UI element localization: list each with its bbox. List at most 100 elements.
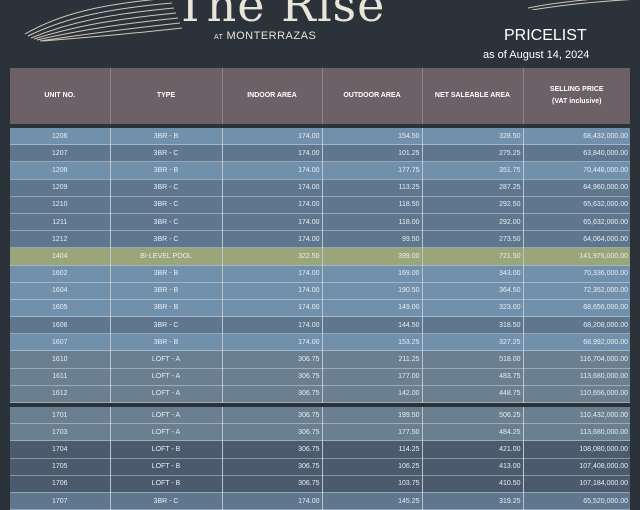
cell-indoor-area: 174.00 bbox=[222, 179, 323, 197]
table-row: 1206 3BR - B 174.00 154.50 328.50 68,432,000.… bbox=[10, 128, 630, 146]
cell-outdoor-area: 145.25 bbox=[322, 492, 423, 510]
cell-selling-price: 107,184,000.00 bbox=[523, 475, 630, 493]
cell-net-saleable-area: 506.25 bbox=[422, 407, 524, 425]
cell-indoor-area: 174.00 bbox=[222, 128, 323, 146]
table-row: 1705 LOFT - B 306.75 106.25 413.00 107,408,00… bbox=[10, 458, 630, 476]
cell-outdoor-area: 153.25 bbox=[322, 333, 423, 352]
cell-selling-price: 72,352,000.00 bbox=[523, 282, 630, 300]
cell-net-saleable-area: 323.00 bbox=[422, 299, 524, 318]
cell-unit-no: 1611 bbox=[10, 368, 111, 386]
cell-unit-no: 1707 bbox=[10, 492, 111, 510]
cell-indoor-area: 322.50 bbox=[222, 247, 323, 266]
header-label: INDOOR AREA bbox=[247, 92, 297, 99]
cell-unit-no: 1604 bbox=[10, 282, 111, 300]
cell-unit-no: 1404 bbox=[10, 247, 111, 266]
cell-outdoor-area: 144.50 bbox=[322, 316, 423, 335]
cell-selling-price: 113,680,000.00 bbox=[523, 368, 630, 386]
table-row: 1611 LOFT - A 306.75 177.00 483.75 113,680,00… bbox=[10, 368, 630, 386]
cell-indoor-area: 306.75 bbox=[222, 458, 323, 476]
cell-net-saleable-area: 292.00 bbox=[422, 213, 524, 232]
cell-selling-price: 68,432,000.00 bbox=[523, 128, 630, 146]
pricelist-title: PRICELIST bbox=[504, 27, 587, 44]
cell-unit-no: 1206 bbox=[10, 128, 111, 146]
cell-net-saleable-area: 351.75 bbox=[422, 161, 524, 180]
cell-type: LOFT - A bbox=[110, 368, 223, 386]
cell-outdoor-area: 190.50 bbox=[322, 282, 423, 300]
cell-outdoor-area: 114.25 bbox=[322, 440, 423, 459]
cell-indoor-area: 174.00 bbox=[222, 265, 323, 283]
cell-selling-price: 65,632,000.00 bbox=[523, 196, 630, 214]
page-header: The Rise AT MONTERRAZAS PRICELIST as of A… bbox=[0, 0, 640, 68]
cell-type: LOFT - A bbox=[110, 407, 223, 425]
cell-indoor-area: 306.75 bbox=[222, 423, 323, 442]
pricelist-date: as of August 14, 2024 bbox=[483, 49, 590, 61]
table-row: 1605 3BR - B 174.00 149.00 323.00 68,656,000.… bbox=[10, 299, 630, 318]
brand-sub-name: MONTERRAZAS bbox=[226, 30, 317, 42]
cell-net-saleable-area: 421.00 bbox=[422, 440, 524, 459]
cell-unit-no: 1605 bbox=[10, 299, 111, 318]
header-type: TYPE bbox=[110, 68, 223, 124]
cell-net-saleable-area: 287.25 bbox=[422, 179, 524, 197]
cell-type: LOFT - B bbox=[110, 458, 223, 476]
cell-outdoor-area: 177.50 bbox=[322, 423, 423, 442]
cell-unit-no: 1610 bbox=[10, 350, 111, 369]
cell-type: 3BR - B bbox=[110, 282, 223, 300]
table-row: 1210 3BR - C 174.00 118.50 292.50 65,632,000.… bbox=[10, 196, 630, 214]
cell-selling-price: 63,840,000.00 bbox=[523, 144, 630, 163]
cell-unit-no: 1208 bbox=[10, 161, 111, 180]
cell-outdoor-area: 118.00 bbox=[322, 213, 423, 232]
cell-net-saleable-area: 410.50 bbox=[422, 475, 524, 493]
cell-unit-no: 1602 bbox=[10, 265, 111, 283]
cell-indoor-area: 174.00 bbox=[222, 299, 323, 318]
cell-selling-price: 68,208,000.00 bbox=[523, 316, 630, 335]
table-row: 1607 3BR - B 174.00 153.25 327.25 68,992,000.… bbox=[10, 333, 630, 352]
table-row: 1706 LOFT - B 306.75 103.75 410.50 107,184,00… bbox=[10, 475, 630, 493]
cell-indoor-area: 174.00 bbox=[222, 196, 323, 214]
cell-net-saleable-area: 518.00 bbox=[422, 350, 524, 369]
cell-unit-no: 1706 bbox=[10, 475, 111, 493]
cell-net-saleable-area: 318.50 bbox=[422, 316, 524, 335]
table-row: 1602 3BR - B 174.00 169.00 343.00 70,336,000.… bbox=[10, 265, 630, 283]
cell-outdoor-area: 113.25 bbox=[322, 179, 423, 197]
cell-indoor-area: 174.00 bbox=[222, 230, 323, 249]
header-outdoor-area: OUTDOOR AREA bbox=[322, 68, 423, 124]
table-row: 1707 3BR - C 174.00 145.25 319.25 65,520,000.… bbox=[10, 492, 630, 510]
cell-unit-no: 1211 bbox=[10, 213, 111, 232]
cell-type: LOFT - B bbox=[110, 440, 223, 459]
cell-selling-price: 65,520,000.00 bbox=[523, 492, 630, 510]
cell-unit-no: 1207 bbox=[10, 144, 111, 163]
cell-unit-no: 1606 bbox=[10, 316, 111, 335]
cell-type: LOFT - A bbox=[110, 385, 223, 404]
cell-indoor-area: 306.75 bbox=[222, 385, 323, 404]
table-row: 1209 3BR - C 174.00 113.25 287.25 64,960,000.… bbox=[10, 179, 630, 197]
cell-type: 3BR - C bbox=[110, 144, 223, 163]
cell-net-saleable-area: 328.50 bbox=[422, 128, 524, 146]
wave-logo-icon bbox=[24, 0, 183, 42]
header-net-saleable-area: NET SALEABLE AREA bbox=[422, 68, 524, 124]
cell-outdoor-area: 101.25 bbox=[322, 144, 423, 163]
cell-selling-price: 64,064,000.00 bbox=[523, 230, 630, 249]
cell-selling-price: 68,656,000.00 bbox=[523, 299, 630, 318]
cell-indoor-area: 174.00 bbox=[222, 282, 323, 300]
cell-net-saleable-area: 413.00 bbox=[422, 458, 524, 476]
cell-net-saleable-area: 448.75 bbox=[422, 385, 524, 404]
cell-outdoor-area: 154.50 bbox=[322, 128, 423, 146]
cell-outdoor-area: 106.25 bbox=[322, 458, 423, 476]
wave-decoration-icon bbox=[528, 0, 632, 10]
cell-indoor-area: 174.00 bbox=[222, 161, 323, 180]
cell-type: 3BR - C bbox=[110, 230, 223, 249]
cell-selling-price: 110,432,000.00 bbox=[523, 407, 630, 425]
cell-type: 3BR - C bbox=[110, 213, 223, 232]
cell-unit-no: 1209 bbox=[10, 179, 111, 197]
cell-indoor-area: 174.00 bbox=[222, 213, 323, 232]
cell-selling-price: 113,680,000.00 bbox=[523, 423, 630, 442]
cell-indoor-area: 174.00 bbox=[222, 144, 323, 163]
table-row: 1208 3BR - B 174.00 177.75 351.75 70,448,000.… bbox=[10, 161, 630, 180]
cell-outdoor-area: 199.50 bbox=[322, 407, 423, 425]
cell-type: LOFT - A bbox=[110, 350, 223, 369]
cell-outdoor-area: 142.00 bbox=[322, 385, 423, 404]
cell-outdoor-area: 399.00 bbox=[322, 247, 423, 266]
cell-net-saleable-area: 484.25 bbox=[422, 423, 524, 442]
cell-selling-price: 110,656,000.00 bbox=[523, 385, 630, 404]
brand-title: The Rise bbox=[175, 0, 386, 32]
